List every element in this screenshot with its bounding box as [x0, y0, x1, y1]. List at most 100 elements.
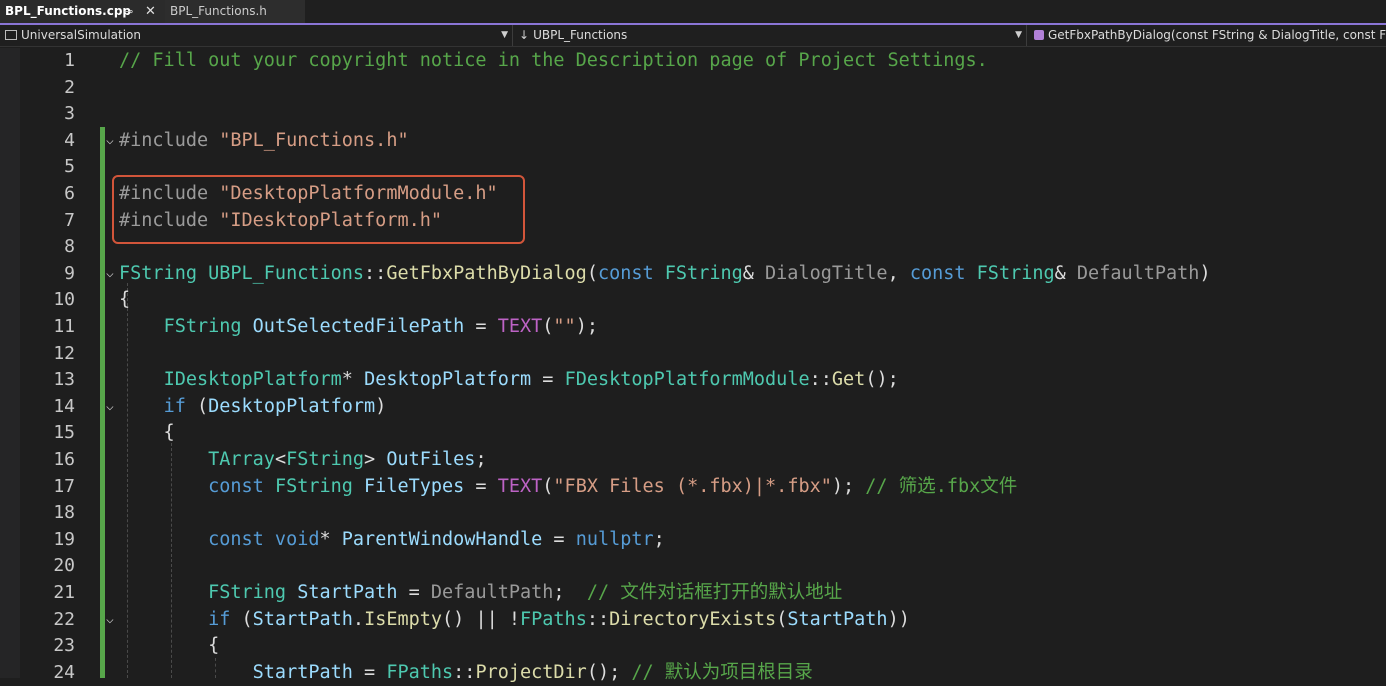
- line-number: 18: [53, 502, 75, 524]
- code-text: TArray<FString> OutFiles;: [119, 447, 487, 473]
- fold-chevron-icon[interactable]: ⌵: [106, 261, 114, 287]
- code-line[interactable]: 15 {: [20, 420, 1386, 446]
- code-line[interactable]: 2: [20, 75, 1386, 101]
- code-token: GetFbxPathByDialog: [386, 262, 587, 284]
- code-line[interactable]: 5: [20, 154, 1386, 180]
- code-text: {: [119, 633, 219, 659]
- code-editor[interactable]: 1 // Fill out your copyright notice in th…: [0, 48, 1386, 683]
- code-text: #include "IDesktopPlatform.h": [119, 208, 442, 234]
- code-token: =: [531, 369, 565, 391]
- line-number: 13: [53, 369, 75, 391]
- code-line[interactable]: 6 #include "DesktopPlatformModule.h": [20, 181, 1386, 207]
- code-token: <: [274, 449, 287, 470]
- tab-bpl-functions-cpp[interactable]: BPL_Functions.cpp ⊸ ✕: [0, 0, 165, 23]
- code-token: IDesktopPlatform: [163, 369, 342, 391]
- code-token: FString: [274, 475, 365, 497]
- project-dropdown[interactable]: UniversalSimulation ▼: [0, 25, 513, 46]
- code-token: ;: [653, 528, 665, 550]
- code-line[interactable]: 19 const void* ParentWindowHandle = null…: [20, 527, 1386, 553]
- code-token: ();: [586, 661, 632, 683]
- code-text: if (StartPath.IsEmpty() || !FPaths::Dire…: [119, 607, 910, 633]
- code-token: ): [1199, 262, 1211, 284]
- line-number: 3: [64, 103, 75, 125]
- project-icon: [5, 30, 17, 40]
- code-token: "DesktopPlatformModule.h": [219, 183, 498, 204]
- code-line[interactable]: 9 ⌵ FString UBPL_Functions::GetFbxPathByDi…: [20, 261, 1386, 287]
- scope-dropdown[interactable]: ↓ UBPL_Functions ▼: [514, 25, 1027, 46]
- line-number: 12: [53, 342, 75, 364]
- code-token: DirectoryExists: [609, 608, 777, 630]
- code-token: ;: [475, 449, 487, 470]
- code-token: (: [196, 395, 209, 417]
- code-line[interactable]: 4 ⌵ #include "BPL_Functions.h": [20, 128, 1386, 154]
- code-line[interactable]: 1 // Fill out your copyright notice in th…: [20, 48, 1386, 74]
- code-token: &: [1054, 262, 1077, 284]
- code-token: #include: [119, 183, 220, 204]
- line-number: 5: [64, 156, 75, 178]
- code-token: *: [319, 528, 342, 550]
- code-text: if (DesktopPlatform): [119, 394, 387, 420]
- fold-chevron-icon[interactable]: ⌵: [106, 607, 114, 633]
- code-token: "": [553, 316, 576, 337]
- code-line[interactable]: 21 FString StartPath = DefaultPath; // 文…: [20, 580, 1386, 606]
- fold-chevron-icon[interactable]: ⌵: [106, 394, 114, 420]
- code-token: const: [909, 262, 977, 284]
- code-line[interactable]: 14 ⌵ if (DesktopPlatform): [20, 394, 1386, 420]
- code-line[interactable]: 17 const FString FileTypes = TEXT("FBX F…: [20, 474, 1386, 500]
- code-token: UBPL_Functions: [208, 262, 365, 284]
- code-line[interactable]: 3: [20, 101, 1386, 127]
- code-line[interactable]: 18: [20, 500, 1386, 526]
- code-token: {: [119, 289, 131, 311]
- tab-label: BPL_Functions.h: [170, 4, 267, 18]
- code-line[interactable]: 10 {: [20, 287, 1386, 313]
- fold-chevron-icon[interactable]: ⌵: [106, 128, 114, 154]
- code-token: // Fill out your copyright notice in the…: [119, 50, 988, 71]
- code-token: );: [831, 475, 866, 497]
- code-token: // 筛选.fbx文件: [865, 475, 1018, 497]
- tab-bpl-functions-h[interactable]: BPL_Functions.h: [165, 0, 305, 23]
- code-token: StartPath: [252, 661, 353, 683]
- code-line[interactable]: 22 ⌵ if (StartPath.IsEmpty() || !FPaths::…: [20, 607, 1386, 633]
- code-token: {: [119, 635, 220, 657]
- chevron-down-icon[interactable]: ▼: [1015, 25, 1022, 46]
- code-token: const: [208, 475, 275, 497]
- code-text: FString StartPath = DefaultPath; // 文件对话…: [119, 580, 842, 606]
- chevron-down-icon[interactable]: ▼: [501, 25, 508, 46]
- line-number: 16: [53, 449, 75, 470]
- code-line[interactable]: 7 #include "IDesktopPlatform.h": [20, 208, 1386, 234]
- code-line[interactable]: 11 FString OutSelectedFilePath = TEXT(""…: [20, 314, 1386, 340]
- code-text: FString OutSelectedFilePath = TEXT("");: [119, 314, 598, 340]
- navigation-bar: UniversalSimulation ▼ ↓ UBPL_Functions ▼ …: [0, 25, 1386, 47]
- document-tab-strip: BPL_Functions.cpp ⊸ ✕ BPL_Functions.h: [0, 0, 1386, 25]
- line-number: 8: [64, 236, 75, 258]
- code-token: FString: [286, 449, 365, 470]
- code-token: ParentWindowHandle: [341, 528, 543, 550]
- code-token: ::: [364, 262, 387, 284]
- code-token: =: [542, 528, 576, 550]
- line-number: 7: [64, 209, 75, 231]
- code-line[interactable]: 13 IDesktopPlatform* DesktopPlatform = F…: [20, 367, 1386, 393]
- line-number: 20: [53, 555, 75, 577]
- close-icon[interactable]: ✕: [145, 0, 156, 23]
- code-line[interactable]: 16 TArray<FString> OutFiles;: [20, 447, 1386, 473]
- code-token: IsEmpty: [364, 608, 443, 630]
- code-token: FString: [163, 316, 253, 337]
- code-line[interactable]: 24 StartPath = FPaths::ProjectDir(); // …: [20, 660, 1386, 686]
- code-line[interactable]: 20: [20, 553, 1386, 579]
- code-token: DefaultPath: [1076, 262, 1200, 284]
- line-number: 15: [53, 422, 75, 444]
- code-token: FileTypes: [364, 475, 465, 497]
- code-line[interactable]: 12: [20, 341, 1386, 367]
- code-token: if: [163, 395, 197, 417]
- pin-icon[interactable]: ⊸: [124, 0, 133, 23]
- member-dropdown[interactable]: GetFbxPathByDialog(const FString & Dialo…: [1028, 25, 1386, 46]
- code-token: nullptr: [575, 528, 654, 550]
- code-token: DesktopPlatform: [208, 395, 376, 417]
- code-token: FPaths: [520, 608, 587, 630]
- code-line[interactable]: 23 {: [20, 633, 1386, 659]
- code-token: OutSelectedFilePath: [252, 316, 465, 337]
- line-number: 19: [53, 528, 75, 550]
- code-line[interactable]: 8: [20, 234, 1386, 260]
